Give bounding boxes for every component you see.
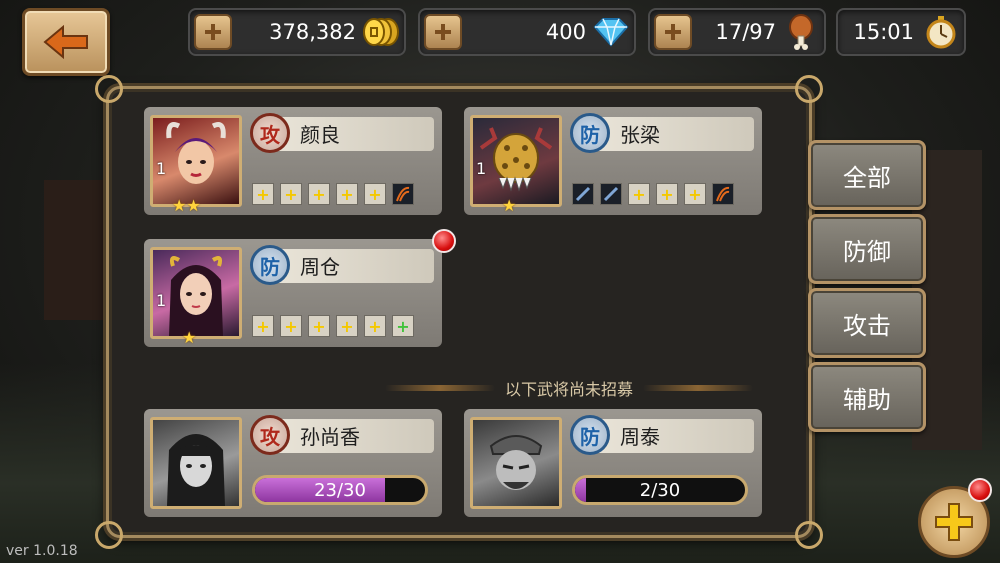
timer-value: 15:01 (853, 20, 914, 44)
hero-card-sunshangxiang[interactable]: 攻 孙尚香 23/30 (144, 409, 442, 517)
back-button[interactable] (22, 8, 110, 76)
empty-slot-plus-icon[interactable]: + (308, 183, 330, 205)
add-gold-button[interactable] (194, 14, 232, 50)
hero-level: 1 (156, 159, 167, 178)
panel-corner-ornament (795, 75, 823, 103)
timer-display: 15:01 (836, 8, 966, 56)
empty-slot-plus-icon[interactable]: + (656, 183, 678, 205)
gold-counter: 378,382 (188, 8, 406, 56)
filter-tab-defense[interactable]: 防御 (808, 214, 926, 284)
equipped-claw-icon[interactable] (712, 183, 734, 205)
filter-tab-attack[interactable]: 攻击 (808, 288, 926, 358)
add-diamond-button[interactable] (424, 14, 462, 50)
hero-card-yanliang[interactable]: 1 ★★ 攻 颜良 + + + + + (144, 107, 442, 215)
stopwatch-icon (922, 15, 960, 49)
hero-card-zhoucang[interactable]: 1 ★ 防 周仓 + + + + + + (144, 229, 456, 347)
attack-type-badge: 攻 (250, 113, 290, 153)
recruit-progress-bar: 2/30 (572, 475, 748, 505)
empty-slot-plus-icon[interactable]: + (252, 315, 274, 337)
hero-name: 颜良 (300, 123, 340, 147)
name-plate (594, 419, 754, 453)
meat-leg-icon (782, 14, 820, 50)
diamond-icon (592, 17, 630, 47)
hero-name: 张梁 (620, 123, 660, 147)
progress-text: 2/30 (639, 480, 681, 501)
hero-name: 周泰 (620, 425, 660, 449)
empty-slot-plus-icon[interactable]: + (336, 183, 358, 205)
notification-dot-icon (432, 229, 456, 253)
panel-corner-ornament (95, 75, 123, 103)
equipment-slots: + + + + + (252, 183, 414, 205)
divider-ornament (384, 385, 495, 391)
hero-stars: ★ (182, 328, 197, 347)
recruit-progress-bar: 23/30 (252, 475, 428, 505)
panel-corner-ornament (795, 521, 823, 549)
hero-card-zhoutai[interactable]: 防 周泰 2/30 (464, 409, 762, 517)
unrecruited-divider: 以下武将尚未招募 (379, 373, 759, 403)
empty-slot-plus-icon[interactable]: + (280, 315, 302, 337)
equipment-slots: + + + (572, 183, 734, 205)
hero-stars: ★ (502, 196, 517, 215)
hero-portrait-locked (150, 417, 242, 509)
empty-slot-plus-icon[interactable]: + (364, 183, 386, 205)
equipped-blade-icon[interactable] (600, 183, 622, 205)
diamond-counter: 400 (418, 8, 636, 56)
name-plate (274, 117, 434, 151)
gold-coins-icon (362, 16, 400, 48)
hero-level: 1 (476, 159, 487, 178)
empty-slot-plus-icon[interactable]: + (336, 315, 358, 337)
filter-tab-support[interactable]: 辅助 (808, 362, 926, 432)
hero-name: 周仓 (300, 255, 340, 279)
defense-type-badge: 防 (570, 113, 610, 153)
gold-value: 378,382 (269, 20, 356, 44)
defense-type-badge: 防 (570, 415, 610, 455)
progress-text: 23/30 (314, 480, 366, 501)
plus-icon (665, 24, 681, 40)
equipment-slots: + + + + + + (252, 315, 414, 337)
filter-tab-all[interactable]: 全部 (808, 140, 926, 210)
add-stamina-button[interactable] (654, 14, 692, 50)
stamina-value: 17/97 (715, 20, 776, 44)
equipped-blade-icon[interactable] (572, 183, 594, 205)
hero-stars: ★★ (172, 196, 201, 215)
divider-text: 以下武将尚未招募 (504, 380, 633, 399)
background-gate (44, 180, 104, 320)
hero-portrait-locked (470, 417, 562, 509)
empty-slot-plus-icon[interactable]: + (252, 183, 274, 205)
hero-name: 孙尚香 (300, 425, 360, 449)
available-slot-plus-icon[interactable]: + (392, 315, 414, 337)
plus-icon (435, 24, 451, 40)
divider-ornament (643, 385, 753, 391)
equipped-claw-icon[interactable] (392, 183, 414, 205)
defense-type-badge: 防 (250, 245, 290, 285)
panel-corner-ornament (95, 521, 123, 549)
hero-list-panel[interactable]: 1 ★★ 攻 颜良 + + + + + 1 ★ 防 张梁 + + + 1 ★ 防… (95, 75, 823, 549)
plus-icon (935, 503, 973, 541)
empty-slot-plus-icon[interactable]: + (364, 315, 386, 337)
empty-slot-plus-icon[interactable]: + (308, 315, 330, 337)
diamond-value: 400 (545, 20, 586, 44)
hero-card-zhangliang[interactable]: 1 ★ 防 张梁 + + + (464, 107, 762, 215)
stamina-counter: 17/97 (648, 8, 826, 56)
name-plate (274, 249, 434, 283)
back-arrow-icon (43, 25, 88, 59)
empty-slot-plus-icon[interactable]: + (280, 183, 302, 205)
hero-level: 1 (156, 291, 167, 310)
empty-slot-plus-icon[interactable]: + (684, 183, 706, 205)
version-label: ver 1.0.18 (6, 543, 78, 559)
attack-type-badge: 攻 (250, 415, 290, 455)
empty-slot-plus-icon[interactable]: + (628, 183, 650, 205)
notification-dot-icon (968, 478, 992, 502)
plus-icon (205, 24, 221, 40)
name-plate (594, 117, 754, 151)
